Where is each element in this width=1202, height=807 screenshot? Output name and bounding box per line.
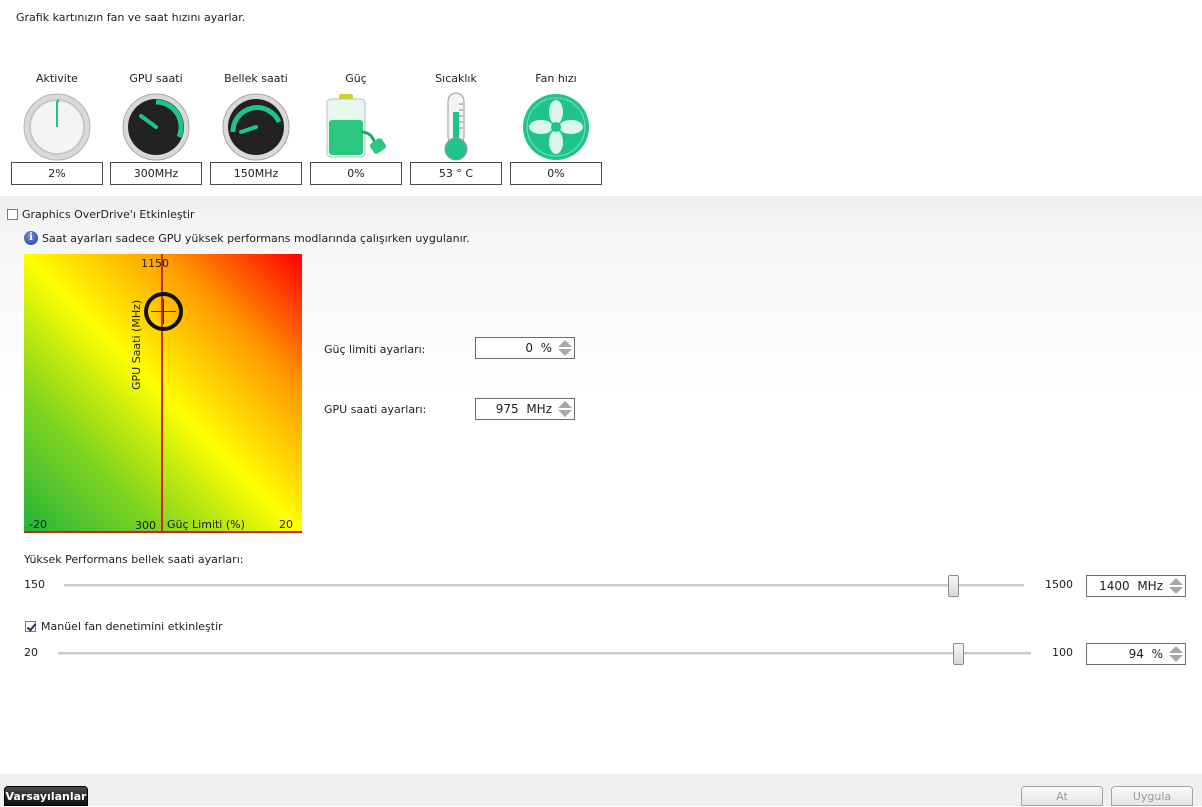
spin-up-icon[interactable] <box>1169 578 1183 585</box>
manual-fan-checkbox[interactable] <box>25 621 36 632</box>
chart-cursor-handle[interactable] <box>143 292 183 332</box>
spin-up-icon[interactable] <box>558 401 572 408</box>
gpu-clock-spinner[interactable]: 975 MHz <box>475 398 575 420</box>
monitor-label: Güç <box>345 72 367 85</box>
y-min-label: 300 <box>135 519 156 532</box>
spin-down-icon[interactable] <box>1169 655 1183 662</box>
fan-speed-value: 94 % <box>1128 647 1163 661</box>
power-limit-spinner[interactable]: 0 % <box>475 337 575 359</box>
monitor-value: 300MHz <box>110 162 202 185</box>
monitor-value: 2% <box>11 162 103 185</box>
x-axis-label: Güç Limiti (%) <box>167 518 245 531</box>
monitor-value: 0% <box>510 162 602 185</box>
memory-clock-slider-track[interactable] <box>64 584 1024 587</box>
spin-down-icon[interactable] <box>558 410 572 417</box>
thermometer-icon <box>444 92 468 161</box>
crosshair-icon <box>150 299 176 325</box>
info-icon: i <box>24 231 38 245</box>
monitor-label: Aktivite <box>36 72 78 85</box>
memory-clock-slider-thumb[interactable] <box>947 575 959 597</box>
power-limit-value: 0 % <box>525 341 552 355</box>
memory-clock-gauge-icon <box>222 93 290 161</box>
monitor-label: Bellek saati <box>224 72 288 85</box>
monitor-gpu-clock: GPU saati 300MHz <box>110 72 202 185</box>
overdrive-chart[interactable]: 1150 300 -20 20 Güç Limiti (%) GPU Saati… <box>24 254 302 533</box>
monitor-memory-clock: Bellek saati 150MHz <box>210 72 302 185</box>
fan-max: 100 <box>1052 646 1073 659</box>
defaults-button[interactable]: Varsayılanlar <box>4 786 88 806</box>
spin-up-icon[interactable] <box>1169 646 1183 653</box>
fan-icon <box>523 94 589 160</box>
gpu-clock-gauge-icon <box>122 93 190 161</box>
spin-down-icon[interactable] <box>558 349 572 356</box>
memory-clock-value: 1400 MHz <box>1099 579 1163 593</box>
monitor-temperature: Sıcaklık 53 ° C <box>410 72 502 185</box>
apply-button[interactable]: Uygula <box>1111 786 1193 806</box>
monitor-fan-speed: Fan hızı 0% <box>510 72 602 185</box>
memory-clock-label: Yüksek Performans bellek saati ayarları: <box>24 553 244 566</box>
memory-clock-min: 150 <box>24 578 45 591</box>
gpu-clock-value: 975 MHz <box>495 402 552 416</box>
overdrive-enable-checkbox[interactable] <box>7 209 18 220</box>
x-min-label: -20 <box>29 518 47 531</box>
manual-fan-label[interactable]: Manüel fan denetimini etkinleştir <box>41 620 223 633</box>
fan-speed-slider-thumb[interactable] <box>953 643 965 665</box>
x-max-label: 20 <box>279 518 293 531</box>
fan-speed-slider-track[interactable] <box>58 652 1031 655</box>
spin-down-icon[interactable] <box>1169 587 1183 594</box>
monitor-value: 53 ° C <box>410 162 502 185</box>
y-max-label: 1150 <box>141 257 169 270</box>
monitor-label: GPU saati <box>129 72 183 85</box>
memory-clock-spinner[interactable]: 1400 MHz <box>1086 575 1186 597</box>
activity-gauge-icon <box>23 93 91 161</box>
overdrive-enable-label[interactable]: Graphics OverDrive'ı Etkinleştir <box>22 208 195 221</box>
power-limit-label: Güç limiti ayarları: <box>324 343 426 356</box>
memory-clock-max: 1500 <box>1045 578 1073 591</box>
battery-plug-icon <box>326 94 386 158</box>
gpu-clock-label: GPU saati ayarları: <box>324 403 427 416</box>
discard-button[interactable]: At <box>1021 786 1103 806</box>
monitor-label: Sıcaklık <box>435 72 477 85</box>
monitor-value: 0% <box>310 162 402 185</box>
monitor-activity: Aktivite 2% <box>11 72 103 185</box>
spin-up-icon[interactable] <box>558 340 572 347</box>
power-limit-axis-line <box>24 531 302 533</box>
monitor-value: 150MHz <box>210 162 302 185</box>
monitor-label: Fan hızı <box>535 72 577 85</box>
fan-speed-spinner[interactable]: 94 % <box>1086 643 1186 665</box>
y-axis-label: GPU Saati (MHz) <box>130 299 143 390</box>
monitor-power: Güç 0% <box>310 72 402 185</box>
info-text: Saat ayarları sadece GPU yüksek performa… <box>42 232 470 245</box>
fan-min: 20 <box>24 646 38 659</box>
page-description: Grafik kartınızın fan ve saat hızını aya… <box>16 11 246 24</box>
